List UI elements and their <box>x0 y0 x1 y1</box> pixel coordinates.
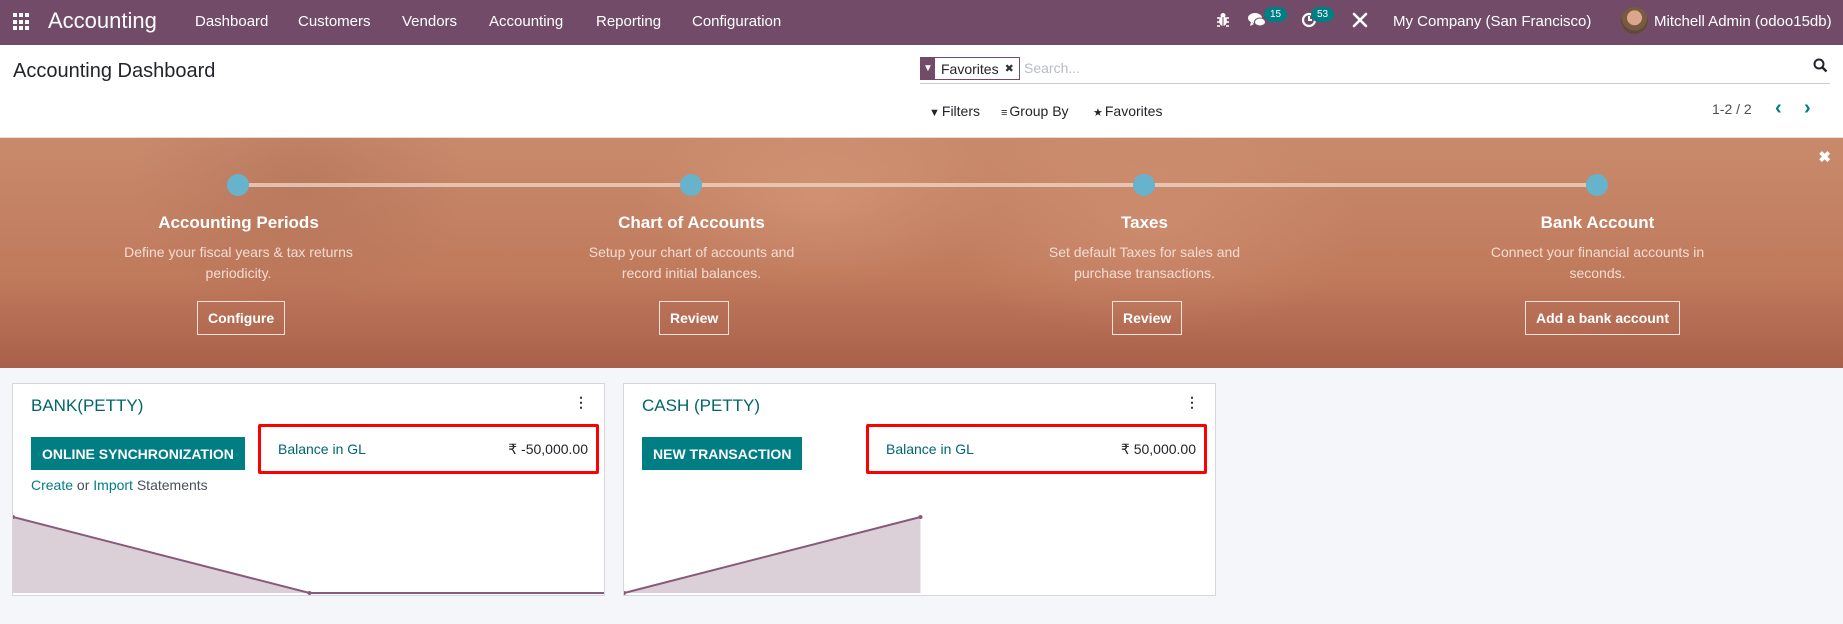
company-switcher[interactable]: My Company (San Francisco) <box>1393 13 1591 30</box>
step-dot <box>1586 174 1608 196</box>
menu-dashboard[interactable]: Dashboard <box>195 13 268 30</box>
graph-point <box>918 515 923 519</box>
configure-button[interactable]: Configure <box>197 301 286 335</box>
filter-funnel-icon: ▼ <box>921 57 935 80</box>
journal-card-bank: BANK(PETTY) ⋮ ONLINE SYNCHRONIZATION Cre… <box>12 383 605 596</box>
kebab-menu-icon[interactable]: ⋮ <box>1185 394 1199 411</box>
pager-previous-icon[interactable]: ‹ <box>1775 97 1782 120</box>
close-banner-icon[interactable]: ✖ <box>1818 148 1831 166</box>
statement-links: Create or Import Statements <box>31 477 208 493</box>
search-icon[interactable] <box>1813 58 1828 77</box>
messages-count-badge: 15 <box>1264 7 1288 22</box>
create-statement-link[interactable]: Create <box>31 477 73 493</box>
journal-title[interactable]: BANK(PETTY) <box>31 396 143 416</box>
add-bank-account-button[interactable]: Add a bank account <box>1525 301 1681 335</box>
favorites-dropdown[interactable]: ★ Favorites <box>1093 103 1162 119</box>
step-dot <box>227 174 249 196</box>
menu-customers[interactable]: Customers <box>298 13 371 30</box>
graph-point <box>307 591 312 595</box>
or-text: or <box>73 477 94 493</box>
balance-highlight: Balance in GL ₹ 50,000.00 <box>866 424 1207 474</box>
menu-accounting[interactable]: Accounting <box>489 13 563 30</box>
online-synchronization-button[interactable]: ONLINE SYNCHRONIZATION <box>31 437 245 470</box>
control-panel: Accounting Dashboard ▼ Favorites ✖ ▼Filt… <box>0 45 1843 138</box>
step-description: Setup your chart of accounts and record … <box>588 244 795 281</box>
journal-graph <box>624 515 923 595</box>
journal-title[interactable]: CASH (PETTY) <box>642 396 760 416</box>
step-chart-of-accounts: Chart of Accounts Setup your chart of ac… <box>465 138 918 368</box>
search-input[interactable] <box>1024 57 1724 79</box>
balance-highlight: Balance in GL ₹ -50,000.00 <box>258 424 599 474</box>
top-navbar: Accounting Dashboard Customers Vendors A… <box>0 0 1843 45</box>
step-dot <box>680 174 702 196</box>
journal-card-cash: CASH (PETTY) ⋮ NEW TRANSACTION Balance i… <box>623 383 1216 596</box>
app-brand[interactable]: Accounting <box>48 8 157 34</box>
journal-graph <box>13 515 605 595</box>
step-description: Define your fiscal years & tax returns p… <box>124 244 353 281</box>
balance-label[interactable]: Balance in GL <box>278 441 366 457</box>
step-bank-account: Bank Account Connect your financial acco… <box>1371 138 1824 368</box>
page-title: Accounting Dashboard <box>13 60 216 82</box>
graph-point <box>604 591 605 595</box>
funnel-icon: ▼ <box>929 107 940 119</box>
onboarding-banner: Accounting Periods Define your fiscal ye… <box>0 138 1843 368</box>
step-description: Set default Taxes for sales and purchase… <box>1048 244 1241 281</box>
balance-value: ₹ 50,000.00 <box>1120 441 1196 457</box>
app-menu-icon[interactable] <box>13 13 31 31</box>
menu-configuration[interactable]: Configuration <box>692 13 781 30</box>
menu-reporting[interactable]: Reporting <box>596 13 661 30</box>
filters-dropdown[interactable]: ▼ Filters <box>929 103 980 119</box>
pager-next-icon[interactable]: › <box>1804 97 1811 120</box>
step-title: Taxes <box>1121 213 1168 232</box>
review-taxes-button[interactable]: Review <box>1112 301 1183 335</box>
favorites-label: Favorites <box>1104 103 1163 119</box>
search-facet-favorites: ▼ Favorites ✖ <box>920 57 1020 80</box>
menu-vendors[interactable]: Vendors <box>402 13 457 30</box>
step-description: Connect your financial accounts in secon… <box>1490 244 1705 281</box>
import-statement-link[interactable]: Import <box>93 477 133 493</box>
bars-icon: ≡ <box>1001 107 1008 119</box>
facet-remove-icon[interactable]: ✖ <box>1005 62 1019 75</box>
graph-area <box>13 517 604 593</box>
pager-value[interactable]: 1-2 / 2 <box>1712 101 1752 117</box>
groupby-label: Group By <box>1009 103 1069 119</box>
statements-text: Statements <box>132 477 208 493</box>
groupby-dropdown[interactable]: ≡ Group By <box>1001 103 1069 119</box>
activities-count-badge: 53 <box>1311 7 1335 22</box>
debug-bug-icon[interactable] <box>1216 12 1230 31</box>
search-bar: ▼ Favorites ✖ <box>920 56 1830 84</box>
kebab-menu-icon[interactable]: ⋮ <box>574 394 588 411</box>
star-icon: ★ <box>1093 107 1103 119</box>
step-title: Bank Account <box>1540 213 1655 232</box>
step-accounting-periods: Accounting Periods Define your fiscal ye… <box>12 138 465 368</box>
step-dot <box>1133 174 1155 196</box>
user-menu[interactable]: Mitchell Admin (odoo15db) <box>1654 13 1832 30</box>
review-chart-button[interactable]: Review <box>659 301 730 335</box>
step-title: Accounting Periods <box>158 213 319 232</box>
filters-label: Filters <box>941 103 981 119</box>
tools-icon[interactable] <box>1352 12 1368 33</box>
balance-value: ₹ -50,000.00 <box>508 441 588 457</box>
facet-label: Favorites <box>941 60 999 77</box>
new-transaction-button[interactable]: NEW TRANSACTION <box>642 437 803 470</box>
step-taxes: Taxes Set default Taxes for sales and pu… <box>918 138 1371 368</box>
balance-label[interactable]: Balance in GL <box>886 441 974 457</box>
step-title: Chart of Accounts <box>618 213 765 232</box>
user-avatar[interactable] <box>1621 7 1648 34</box>
